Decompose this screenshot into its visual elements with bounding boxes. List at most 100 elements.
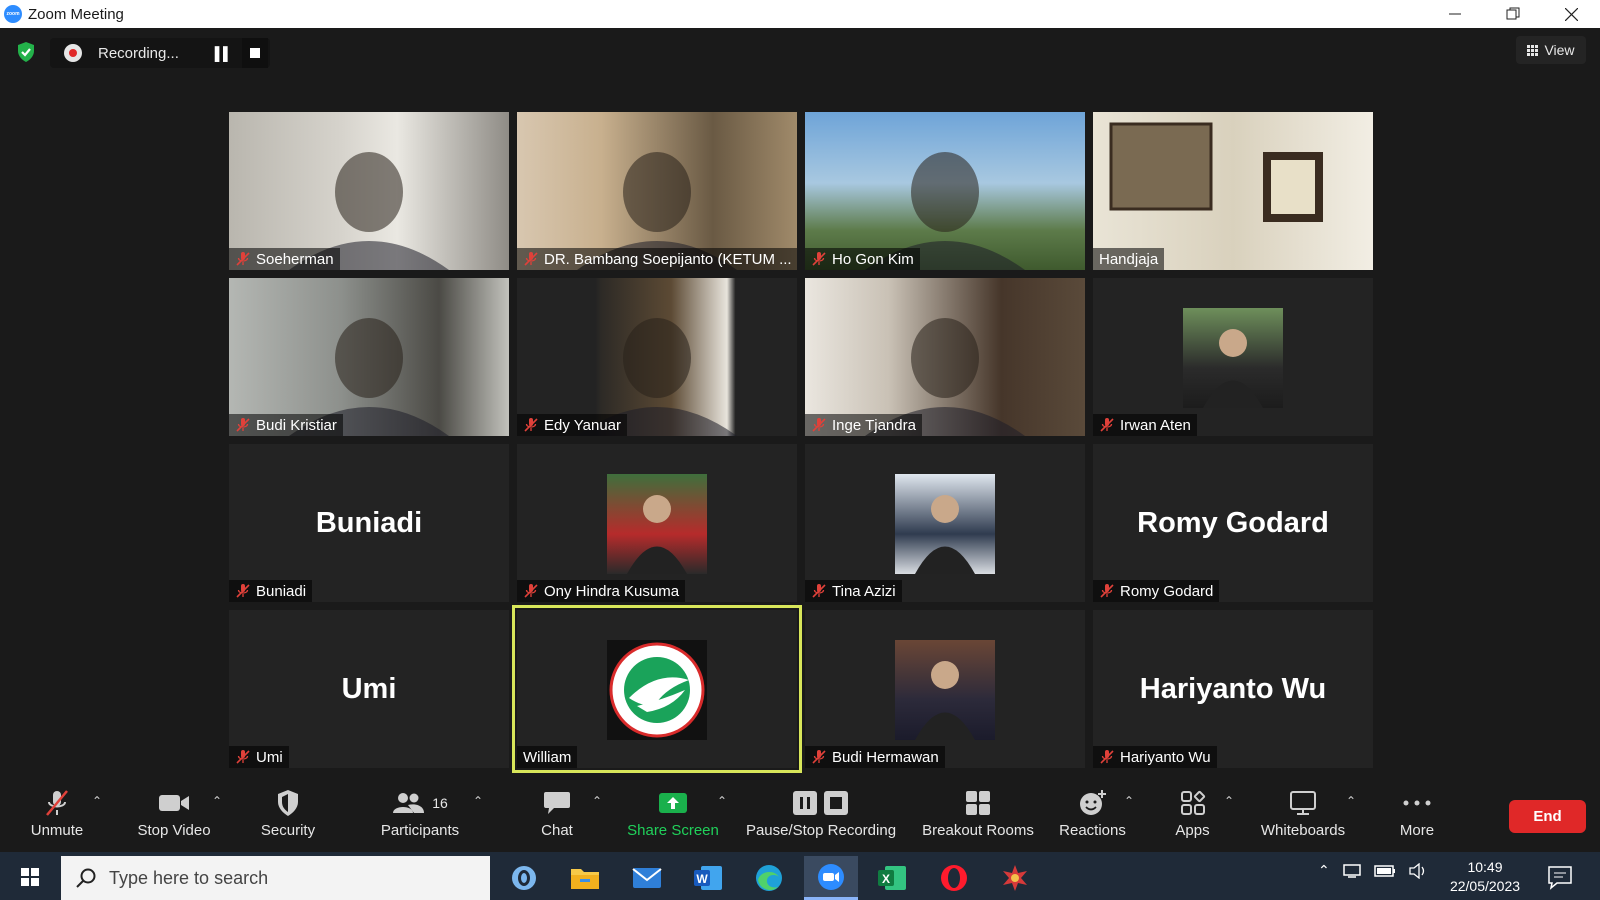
participant-name-tag: Umi bbox=[229, 746, 289, 768]
tray-overflow-icon[interactable]: ⌃ bbox=[1318, 862, 1330, 879]
more-button[interactable]: More bbox=[1392, 786, 1442, 846]
muted-mic-icon bbox=[812, 418, 826, 432]
end-meeting-button[interactable]: End bbox=[1509, 800, 1586, 833]
participant-tile[interactable]: Ony Hindra Kusuma bbox=[517, 444, 797, 602]
participant-tile[interactable]: DR. Bambang Soepijanto (KETUM ... bbox=[517, 112, 797, 270]
person-silhouette-icon bbox=[915, 661, 975, 740]
zoom-taskbar-app[interactable] bbox=[804, 856, 858, 900]
participant-photo bbox=[607, 474, 707, 574]
participant-name-tag: DR. Bambang Soepijanto (KETUM ... bbox=[517, 248, 797, 270]
battery-icon[interactable] bbox=[1373, 864, 1396, 878]
participants-options-caret[interactable]: ⌃ bbox=[473, 794, 483, 808]
clock-date: 22/05/2023 bbox=[1449, 878, 1521, 894]
opera-app[interactable] bbox=[927, 856, 981, 900]
participant-tile[interactable]: Tina Azizi bbox=[805, 444, 1085, 602]
muted-mic-icon bbox=[812, 252, 826, 266]
volume-icon[interactable] bbox=[1408, 862, 1428, 879]
participant-display-name: Buniadi bbox=[315, 506, 423, 539]
breakout-rooms-button[interactable]: Breakout Rooms bbox=[918, 786, 1038, 846]
video-options-caret[interactable]: ⌃ bbox=[212, 794, 222, 808]
chat-button[interactable]: Chat bbox=[527, 786, 587, 846]
edge-app[interactable] bbox=[742, 856, 796, 900]
person-silhouette-icon bbox=[1109, 122, 1323, 222]
participant-tile[interactable]: Romy Godard Romy Godard bbox=[1093, 444, 1373, 602]
svg-text:W: W bbox=[696, 872, 708, 886]
whiteboards-options-caret[interactable]: ⌃ bbox=[1346, 794, 1356, 808]
taskbar-clock[interactable]: 10:49 22/05/2023 bbox=[1440, 858, 1530, 896]
excel-app[interactable]: X bbox=[865, 856, 919, 900]
reactions-options-caret[interactable]: ⌃ bbox=[1124, 794, 1134, 808]
participants-icon bbox=[393, 793, 425, 813]
restore-button[interactable] bbox=[1484, 0, 1542, 28]
taskbar-search[interactable] bbox=[61, 856, 490, 900]
participant-tile[interactable]: Soeherman bbox=[229, 112, 509, 270]
participant-tile[interactable]: Hariyanto Wu Hariyanto Wu bbox=[1093, 610, 1373, 768]
apps-options-caret[interactable]: ⌃ bbox=[1224, 794, 1234, 808]
whiteboards-button[interactable]: Whiteboards bbox=[1258, 786, 1348, 846]
apps-button[interactable]: Apps bbox=[1170, 786, 1215, 846]
video-camera-icon bbox=[159, 795, 189, 811]
participant-name: Ho Gon Kim bbox=[832, 250, 914, 268]
more-dots-icon bbox=[1403, 800, 1431, 806]
minimize-button[interactable] bbox=[1426, 0, 1484, 28]
windows-start-icon[interactable] bbox=[10, 862, 50, 892]
participant-tile[interactable]: Irwan Aten bbox=[1093, 278, 1373, 436]
stop-video-button[interactable]: Stop Video bbox=[134, 786, 214, 846]
participants-button[interactable]: 16 Participants bbox=[375, 786, 465, 846]
share-options-caret[interactable]: ⌃ bbox=[717, 794, 727, 808]
participant-video bbox=[517, 278, 797, 436]
participant-tile[interactable]: Ho Gon Kim bbox=[805, 112, 1085, 270]
mail-app[interactable] bbox=[620, 856, 674, 900]
participant-name-tag: William bbox=[517, 746, 578, 768]
participant-photo bbox=[895, 640, 995, 740]
edge-icon bbox=[756, 865, 782, 891]
notifications-icon[interactable] bbox=[1545, 864, 1575, 890]
muted-mic-icon bbox=[236, 750, 250, 764]
participant-tile[interactable]: Edy Yanuar bbox=[517, 278, 797, 436]
window-title: Zoom Meeting bbox=[28, 5, 124, 23]
file-explorer-app[interactable] bbox=[558, 856, 612, 900]
stop-recording-button[interactable] bbox=[242, 38, 268, 68]
participant-name-tag: Buniadi bbox=[229, 580, 313, 602]
participant-name-tag: Edy Yanuar bbox=[517, 414, 627, 436]
participant-tile[interactable]: Buniadi Buniadi bbox=[229, 444, 509, 602]
participant-name: Buniadi bbox=[256, 582, 307, 600]
view-button[interactable]: View bbox=[1516, 36, 1586, 64]
outlook-app[interactable] bbox=[497, 856, 551, 900]
close-button[interactable] bbox=[1542, 0, 1600, 28]
clock-time: 10:49 bbox=[1467, 859, 1503, 875]
participant-name: Irwan Aten bbox=[1120, 416, 1191, 434]
zoom-app-icon: zoom bbox=[4, 5, 22, 23]
person-silhouette-icon bbox=[1203, 329, 1263, 408]
whiteboard-icon bbox=[1290, 791, 1316, 815]
game-app[interactable] bbox=[988, 856, 1042, 900]
participant-name-tag: Soeherman bbox=[229, 248, 340, 270]
encryption-shield-icon[interactable] bbox=[14, 40, 38, 64]
audio-options-caret[interactable]: ⌃ bbox=[92, 794, 102, 808]
person-silhouette-icon bbox=[577, 318, 737, 436]
participant-tile[interactable]: Handjaja bbox=[1093, 112, 1373, 270]
participant-tile[interactable]: Budi Kristiar bbox=[229, 278, 509, 436]
participant-tile[interactable]: Inge Tjandra bbox=[805, 278, 1085, 436]
chat-options-caret[interactable]: ⌃ bbox=[592, 794, 602, 808]
participant-name: William bbox=[523, 748, 572, 766]
participant-tile[interactable]: Umi Umi bbox=[229, 610, 509, 768]
word-app[interactable]: W bbox=[681, 856, 735, 900]
pause-stop-recording-button[interactable]: Pause/Stop Recording bbox=[745, 786, 897, 846]
network-icon[interactable] bbox=[1342, 863, 1362, 879]
participant-tile[interactable]: William bbox=[512, 605, 802, 773]
company-logo bbox=[607, 640, 707, 740]
participant-tile[interactable]: Budi Hermawan bbox=[805, 610, 1085, 768]
reactions-button[interactable]: Reactions bbox=[1055, 786, 1130, 846]
unmute-button[interactable]: Unmute bbox=[27, 786, 87, 846]
share-screen-button[interactable]: Share Screen bbox=[623, 786, 723, 846]
search-input[interactable] bbox=[109, 867, 469, 889]
pause-recording-button[interactable]: ▌▌ bbox=[210, 46, 236, 61]
muted-mic-icon bbox=[524, 418, 538, 432]
outlook-icon bbox=[512, 866, 536, 890]
security-button[interactable]: Security bbox=[258, 786, 318, 846]
apps-icon bbox=[1180, 790, 1205, 815]
participants-count: 16 bbox=[432, 795, 448, 811]
window-title-bar: zoom Zoom Meeting bbox=[0, 0, 1600, 28]
recording-label: Recording... bbox=[98, 44, 179, 62]
